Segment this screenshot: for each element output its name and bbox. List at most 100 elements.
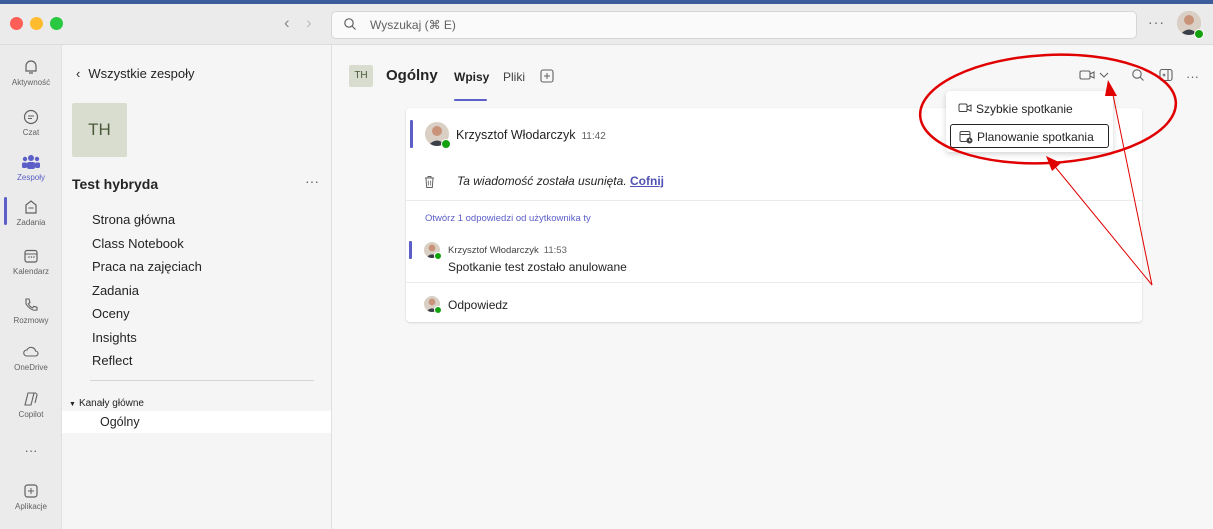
rail-label: Kalendarz (12, 267, 50, 276)
tab-files[interactable]: Pliki (503, 70, 525, 84)
meet-dropdown-menu: Szybkie spotkanie Planowanie spotkania (946, 91, 1113, 152)
deleted-text: Ta wiadomość została usunięta. (457, 174, 627, 188)
rail-item-assignments[interactable]: Zadania (0, 198, 62, 227)
divider (406, 200, 1142, 201)
calendar-icon (24, 249, 38, 263)
author-name: Krzysztof Włodarczyk (448, 245, 539, 256)
channel-team-avatar: TH (349, 65, 373, 87)
search-input[interactable]: Wyszukaj (⌘ E) (331, 11, 1137, 39)
divider (406, 282, 1142, 283)
rail-label: Aplikacje (14, 502, 47, 511)
post-author: Krzysztof Włodarczyk 11:42 (456, 128, 606, 142)
all-teams-back-button[interactable]: ‹ Wszystkie zespoły (76, 66, 195, 81)
back-label: Wszystkie zespoły (88, 66, 195, 81)
reply-author: Krzysztof Włodarczyk 11:53 (448, 245, 567, 256)
caret-down-icon: ▼ (69, 401, 76, 408)
bell-icon (25, 60, 37, 74)
undo-link[interactable]: Cofnij (630, 174, 664, 188)
rail-item-more[interactable]: ··· (0, 443, 62, 458)
tab-posts[interactable]: Wpisy (454, 70, 489, 84)
post-time: 11:42 (581, 131, 606, 142)
add-tab-icon[interactable] (540, 69, 554, 83)
more-icon: ··· (24, 443, 38, 458)
team-nav-list: Strona główna Class Notebook Praca na za… (92, 208, 202, 373)
team-name: Test hybryda (72, 176, 159, 192)
video-icon (958, 103, 972, 112)
search-icon[interactable] (1131, 68, 1145, 82)
close-window-button[interactable] (10, 17, 23, 30)
rail-item-calls[interactable]: Rozmowy (0, 296, 62, 325)
team-nav-grades[interactable]: Oceny (92, 302, 202, 326)
channel-item-general[interactable]: Ogólny (62, 411, 331, 433)
deleted-message: Ta wiadomość została usunięta. Cofnij (457, 174, 664, 188)
rail-item-chat[interactable]: Czat (0, 108, 62, 137)
forward-arrow-icon[interactable]: › (306, 13, 312, 33)
rail-item-copilot[interactable]: Copilot (0, 390, 62, 419)
presence-available-icon (434, 252, 442, 260)
chevron-left-icon: ‹ (76, 66, 81, 81)
more-options-icon[interactable]: ··· (1148, 14, 1165, 30)
search-placeholder: Wyszukaj (⌘ E) (370, 18, 456, 32)
search-icon (344, 18, 356, 30)
copilot-icon (24, 392, 38, 406)
channel-info-icon[interactable] (1159, 68, 1173, 82)
unread-indicator (410, 120, 413, 148)
main-channels-toggle[interactable]: ▼ Kanały główne (69, 398, 144, 409)
presence-available-icon (441, 139, 451, 149)
rail-item-apps[interactable]: Aplikacje (0, 482, 62, 511)
cloud-icon (23, 346, 39, 357)
rail-label: Zadania (16, 218, 46, 227)
team-nav-reflect[interactable]: Reflect (92, 349, 202, 373)
presence-available-icon (1194, 29, 1204, 39)
menu-item-label: Szybkie spotkanie (976, 102, 1073, 116)
zoom-window-button[interactable] (50, 17, 63, 30)
unread-indicator (409, 241, 412, 259)
app-rail: Aktywność Czat Zespoły Zadania Kalendarz… (0, 45, 62, 529)
title-bar: ‹ › Wyszukaj (⌘ E) ··· (0, 0, 1213, 45)
open-replies-link[interactable]: Otwórz 1 odpowiedzi od użytkownika ty (425, 213, 591, 224)
menu-item-quick-meeting[interactable]: Szybkie spotkanie (950, 97, 1109, 121)
minimize-window-button[interactable] (30, 17, 43, 30)
active-tab-underline (454, 99, 487, 101)
team-nav-insights[interactable]: Insights (92, 326, 202, 350)
trash-icon (425, 176, 434, 188)
chevron-down-icon[interactable] (1099, 71, 1109, 79)
presence-available-icon (434, 306, 442, 314)
channel-title: Ogólny (386, 67, 438, 84)
rail-label: Czat (22, 128, 40, 137)
author-name: Krzysztof Włodarczyk (456, 128, 576, 142)
back-arrow-icon[interactable]: ‹ (284, 13, 290, 33)
rail-label: Aktywność (11, 78, 51, 87)
calendar-clock-icon (959, 131, 973, 144)
rail-label: Copilot (18, 410, 44, 419)
video-meet-icon[interactable] (1079, 68, 1095, 82)
rail-item-activity[interactable]: Aktywność (0, 58, 62, 87)
team-avatar: TH (72, 103, 127, 157)
team-panel: ‹ Wszystkie zespoły TH Test hybryda ··· S… (62, 45, 332, 529)
rail-label: Rozmowy (13, 316, 49, 325)
chat-icon (23, 109, 39, 125)
rail-label: OneDrive (14, 363, 48, 372)
reply-text: Spotkanie test zostało anulowane (448, 260, 627, 274)
reply-button[interactable]: Odpowiedz (448, 298, 508, 312)
main-channels-label: Kanały główne (78, 398, 144, 409)
menu-item-schedule-meeting[interactable]: Planowanie spotkania (950, 124, 1109, 148)
rail-label: Zespoły (16, 173, 45, 182)
rail-item-teams[interactable]: Zespoły (0, 153, 62, 182)
phone-icon (25, 298, 38, 311)
reply-time: 11:53 (543, 245, 567, 256)
team-nav-classwork[interactable]: Praca na zajęciach (92, 255, 202, 279)
team-more-options-icon[interactable]: ··· (305, 173, 319, 189)
teams-icon (22, 155, 40, 169)
rail-item-calendar[interactable]: Kalendarz (0, 247, 62, 276)
team-nav-assignments[interactable]: Zadania (92, 279, 202, 303)
apps-icon (24, 484, 38, 498)
team-nav-class-notebook[interactable]: Class Notebook (92, 232, 202, 256)
rail-item-onedrive[interactable]: OneDrive (0, 343, 62, 372)
team-nav-home[interactable]: Strona główna (92, 208, 202, 232)
divider (90, 380, 314, 381)
menu-item-label: Planowanie spotkania (977, 130, 1094, 144)
more-options-icon[interactable]: ··· (1186, 69, 1199, 84)
channel-name: Ogólny (100, 415, 140, 429)
assignments-icon (25, 200, 37, 214)
